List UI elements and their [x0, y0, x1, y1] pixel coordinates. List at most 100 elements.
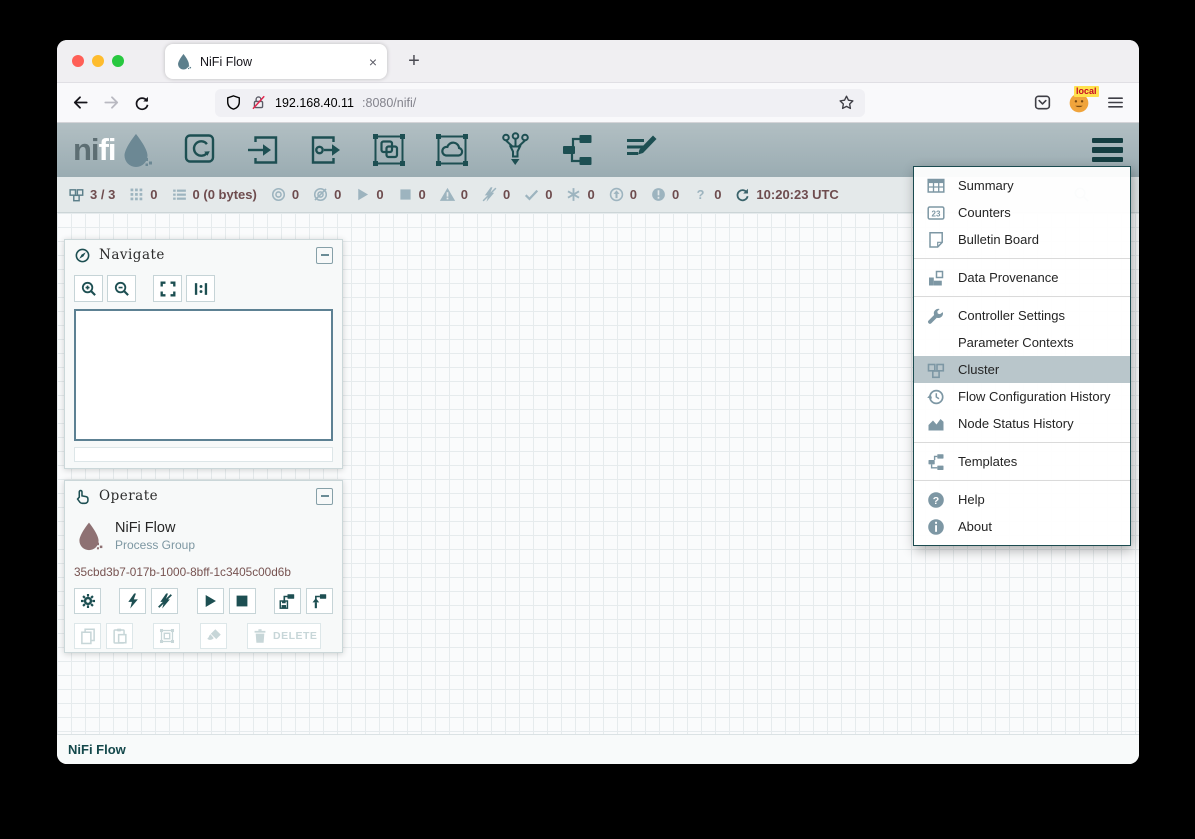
navigate-panel: Navigate [64, 239, 343, 469]
hand-icon [74, 488, 91, 505]
status-transmitting: 0 [270, 186, 299, 203]
global-menu: Summary Counters Bulletin Board Data Proven… [913, 166, 1131, 546]
breadcrumb[interactable]: NiFi Flow [68, 742, 126, 757]
compass-icon [74, 247, 91, 264]
component-processor-button[interactable] [182, 132, 218, 168]
pocket-icon[interactable] [1033, 93, 1052, 112]
menu-item-about[interactable]: About [914, 513, 1130, 540]
component-process-group-button[interactable] [371, 132, 407, 168]
disable-button[interactable] [151, 588, 178, 614]
reload-button[interactable] [133, 94, 151, 112]
status-disabled: 0 [565, 186, 594, 203]
stop-button[interactable] [229, 588, 256, 614]
status-locally-modified: 0 [650, 186, 679, 203]
firefox-menu-icon[interactable] [1106, 93, 1125, 112]
group-button [153, 623, 180, 649]
menu-item-help[interactable]: Help [914, 486, 1130, 513]
birdseye-slider[interactable] [74, 447, 333, 462]
actual-size-button[interactable] [186, 275, 215, 302]
url-bar[interactable]: 192.168.40.11:8080/nifi/ [215, 89, 865, 117]
status-queued-value: 0 (0 bytes) [193, 187, 257, 202]
component-remote-process-group-button[interactable] [434, 132, 470, 168]
process-group-id: 35cbd3b7-017b-1000-8bff-1c3405c00d6b [74, 565, 333, 579]
start-button[interactable] [197, 588, 224, 614]
menu-separator [914, 258, 1130, 259]
menu-item-parameter-contexts-label: Parameter Contexts [958, 335, 1074, 350]
status-up-to-date-value: 0 [630, 187, 637, 202]
zoom-in-button[interactable] [74, 275, 103, 302]
tab-close-icon[interactable]: × [369, 55, 377, 69]
menu-item-cluster[interactable]: Cluster [914, 356, 1130, 383]
delete-button-label: DELETE [273, 630, 317, 642]
close-window-button[interactable] [72, 55, 84, 67]
settings-button[interactable] [74, 588, 101, 614]
status-refresh[interactable]: 10:20:23 UTC [734, 186, 838, 203]
profile-avatar[interactable]: local [1068, 92, 1090, 114]
insecure-lock-icon[interactable] [250, 94, 267, 111]
delete-button: DELETE [247, 623, 321, 649]
zoom-out-button[interactable] [107, 275, 136, 302]
menu-item-controller-settings-label: Controller Settings [958, 308, 1065, 323]
new-tab-button[interactable]: + [401, 48, 427, 74]
minimize-window-button[interactable] [92, 55, 104, 67]
navigate-collapse-button[interactable] [316, 247, 333, 264]
menu-item-bulletin-board-label: Bulletin Board [958, 232, 1039, 247]
menu-item-summary-label: Summary [958, 178, 1014, 193]
menu-item-parameter-contexts[interactable]: Parameter Contexts [914, 329, 1130, 356]
status-warning-value: 0 [461, 187, 468, 202]
component-input-port-button[interactable] [245, 132, 281, 168]
zoom-window-button[interactable] [112, 55, 124, 67]
container-badge: local [1074, 86, 1099, 97]
operate-collapse-button[interactable] [316, 488, 333, 505]
menu-item-summary[interactable]: Summary [914, 172, 1130, 199]
component-funnel-button[interactable] [497, 132, 533, 168]
status-up-to-date: 0 [608, 186, 637, 203]
menu-item-data-provenance[interactable]: Data Provenance [914, 264, 1130, 291]
menu-item-node-status-history[interactable]: Node Status History [914, 410, 1130, 437]
status-sync-failure: 0 [692, 186, 721, 203]
menu-item-counters[interactable]: Counters [914, 199, 1130, 226]
status-cluster-value: 3 / 3 [90, 187, 115, 202]
menu-item-flow-configuration-history[interactable]: Flow Configuration History [914, 383, 1130, 410]
status-running-value: 0 [376, 187, 383, 202]
operate-panel: Operate NiFi Flow Process Group 35cbd3b7… [64, 480, 343, 653]
logo-text-ni: ni [73, 132, 99, 168]
status-not-transmitting: 0 [312, 186, 341, 203]
component-label-button[interactable] [623, 132, 659, 168]
back-button[interactable] [71, 93, 90, 112]
upload-template-button[interactable] [306, 588, 333, 614]
status-cluster: 3 / 3 [68, 186, 115, 203]
menu-item-data-provenance-label: Data Provenance [958, 270, 1058, 285]
menu-separator [914, 442, 1130, 443]
global-menu-button[interactable] [1092, 138, 1123, 163]
component-template-button[interactable] [560, 132, 596, 168]
status-warning: 0 [439, 186, 468, 203]
status-locally-modified-value: 0 [672, 187, 679, 202]
enable-button[interactable] [119, 588, 146, 614]
fit-button[interactable] [153, 275, 182, 302]
component-output-port-button[interactable] [308, 132, 344, 168]
birdseye-minimap[interactable] [74, 309, 333, 441]
menu-item-templates[interactable]: Templates [914, 448, 1130, 475]
status-disabled-value: 0 [587, 187, 594, 202]
copy-button [74, 623, 101, 649]
menu-item-controller-settings[interactable]: Controller Settings [914, 302, 1130, 329]
status-transmitting-value: 0 [292, 187, 299, 202]
url-path: :8080/nifi/ [362, 96, 416, 110]
menu-item-flow-configuration-history-label: Flow Configuration History [958, 389, 1110, 404]
menu-item-templates-label: Templates [958, 454, 1017, 469]
status-stopped-value: 0 [419, 187, 426, 202]
flow-name: NiFi Flow [115, 520, 195, 536]
status-not-transmitting-value: 0 [334, 187, 341, 202]
status-invalid-value: 0 [503, 187, 510, 202]
menu-separator [914, 480, 1130, 481]
browser-tab[interactable]: NiFi Flow × [165, 44, 387, 79]
menu-item-bulletin-board[interactable]: Bulletin Board [914, 226, 1130, 253]
save-template-button[interactable] [274, 588, 301, 614]
window-controls [72, 55, 124, 67]
menu-item-counters-label: Counters [958, 205, 1011, 220]
bookmark-star-icon[interactable] [838, 94, 855, 111]
status-stopped: 0 [397, 186, 426, 203]
navigate-panel-title: Navigate [99, 247, 165, 263]
tracking-protection-shield-icon[interactable] [225, 94, 242, 111]
